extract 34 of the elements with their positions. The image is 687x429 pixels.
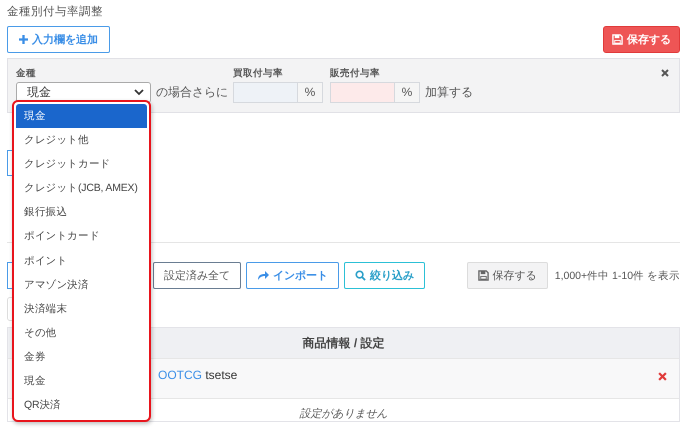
condition-text: の場合さらに (156, 84, 228, 101)
field-label: 金種 (16, 67, 37, 80)
dropdown-option[interactable]: クレジット他 (16, 128, 147, 152)
section-title: 金種別付与率調整 (7, 4, 104, 20)
suffix-text: 加算する (425, 84, 473, 101)
input-field[interactable] (330, 82, 394, 103)
plus-icon (19, 35, 28, 44)
toolbar-button[interactable]: 設定済み全て (153, 262, 241, 289)
dropdown-option[interactable]: クレジット(JCB, AMEX) (16, 176, 147, 200)
empty-message: 設定がありません (300, 406, 388, 421)
result-count: 1,000+件中 1-10件 を表示 (554, 268, 680, 282)
floppy-icon (612, 34, 623, 45)
save-button[interactable]: 保存する (466, 262, 548, 289)
percent-addon: % (394, 82, 420, 103)
dropdown-option[interactable]: 決済端末 (16, 296, 147, 321)
floppy-icon (478, 270, 489, 281)
field-label: 買取付与率 (233, 67, 284, 80)
input-field[interactable] (233, 82, 297, 103)
dropdown-option[interactable]: 現金 (16, 104, 147, 128)
dropdown-option[interactable]: ポイント (16, 248, 147, 273)
dropdown-option[interactable]: アマゾン決済 (16, 272, 147, 297)
dropdown-option[interactable]: クレジットカード (16, 152, 147, 176)
delete-icon[interactable] (658, 372, 667, 381)
dropdown-option[interactable]: 現金 (16, 369, 147, 394)
share-arrow-icon (257, 270, 269, 281)
search-icon (355, 270, 366, 281)
percent-addon: % (297, 82, 323, 103)
close-icon[interactable] (661, 69, 669, 77)
dropdown-option[interactable]: ポイントカード (16, 224, 147, 249)
dropdown-option[interactable]: QR決済 (16, 393, 147, 418)
dropdown-option[interactable]: 銀行振込 (16, 200, 147, 224)
chevron-down-icon (134, 89, 144, 96)
field-label: 販売付与率 (330, 67, 381, 80)
product-name: OOTCG tsetse (158, 368, 238, 382)
